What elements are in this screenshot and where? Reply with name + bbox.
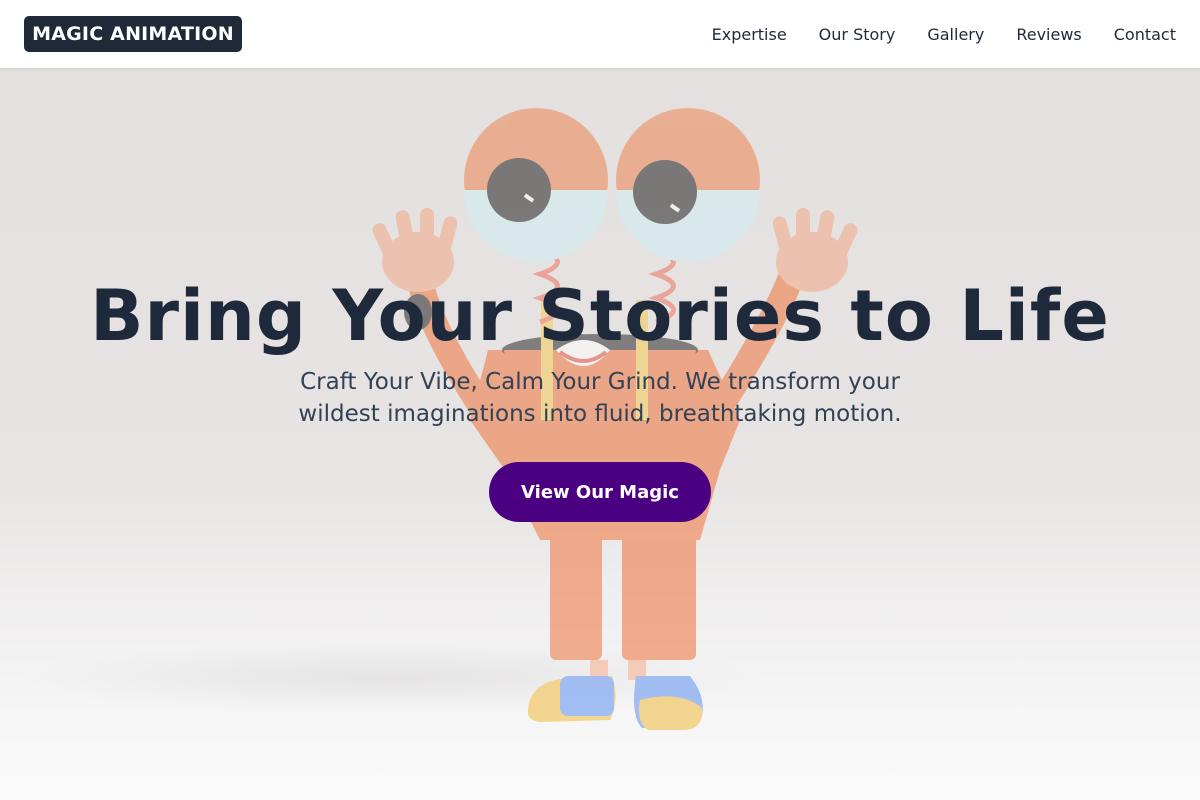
nav-link-gallery[interactable]: Gallery [927, 25, 984, 44]
nav-link-reviews[interactable]: Reviews [1016, 25, 1081, 44]
hero-character-illustration [20, 108, 858, 730]
hero-section: Bring Your Stories to Life Craft Your Vi… [0, 68, 1200, 800]
view-our-magic-button[interactable]: View Our Magic [489, 462, 711, 522]
main-nav: Expertise Our Story Gallery Reviews Cont… [712, 0, 1176, 68]
hero-title: Bring Your Stories to Life [90, 275, 1110, 357]
top-navbar: MAGIC ANIMATION Expertise Our Story Gall… [0, 0, 1200, 68]
hero-subtitle: Craft Your Vibe, Calm Your Grind. We tra… [298, 369, 902, 427]
nav-link-contact[interactable]: Contact [1114, 25, 1176, 44]
nav-link-expertise[interactable]: Expertise [712, 25, 787, 44]
brand-logo[interactable]: MAGIC ANIMATION [24, 16, 242, 52]
nav-link-our-story[interactable]: Our Story [819, 25, 896, 44]
